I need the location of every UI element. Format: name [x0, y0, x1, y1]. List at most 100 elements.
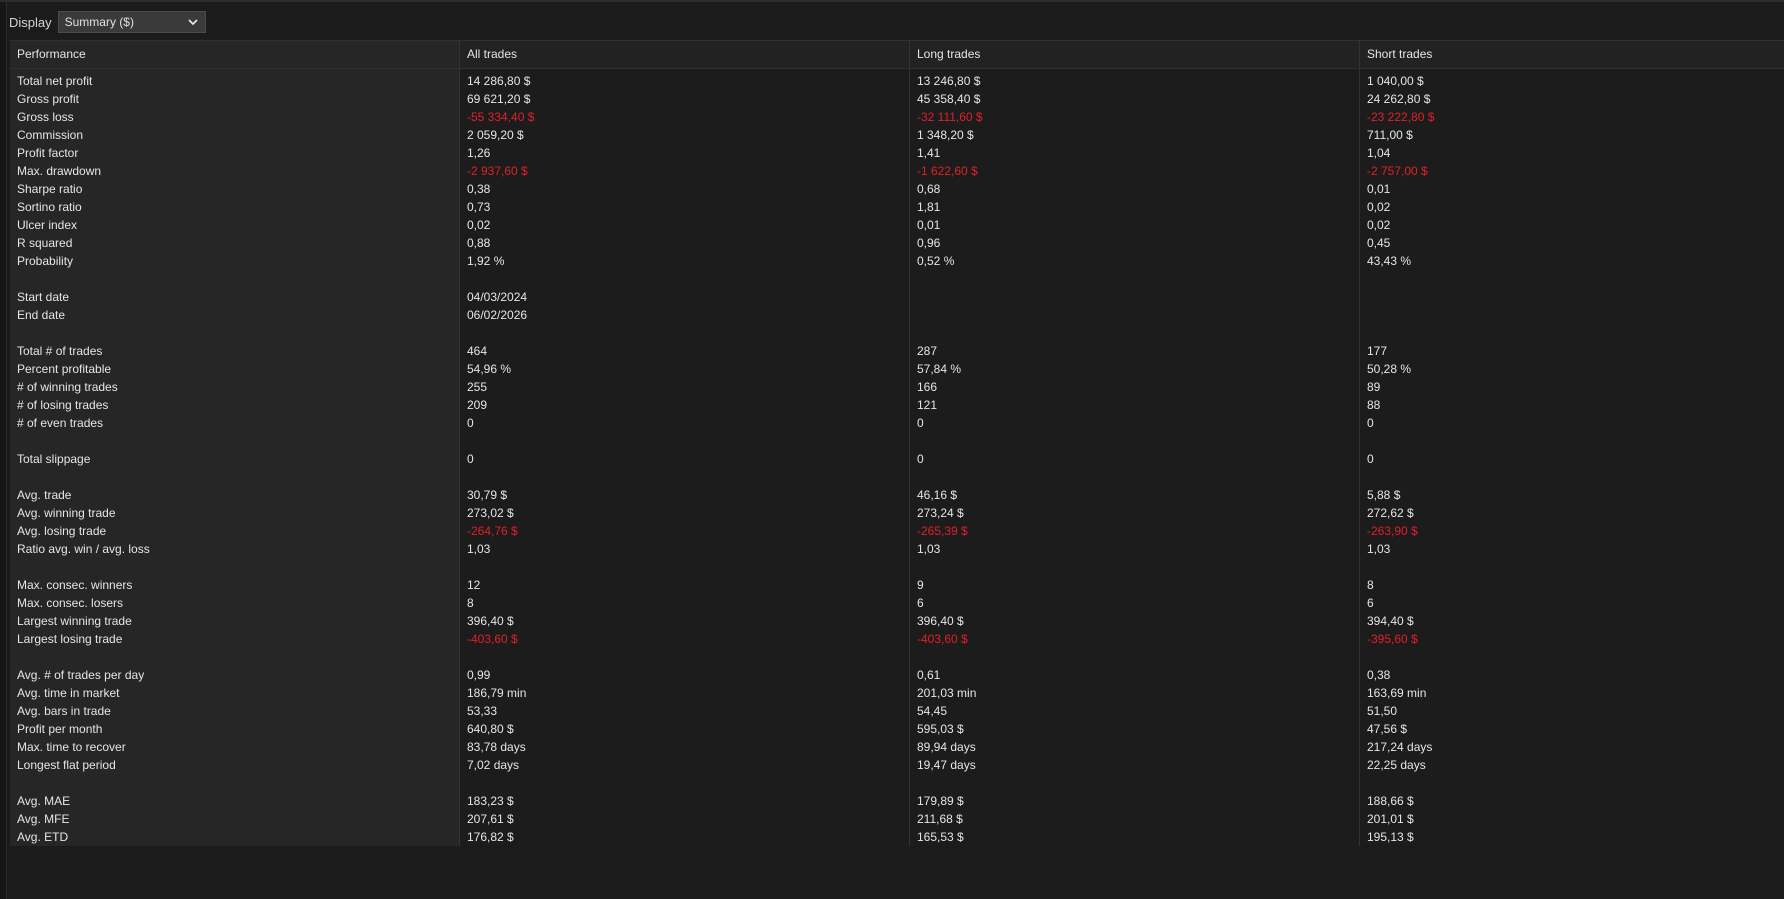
metric-label: Sharpe ratio — [10, 180, 460, 198]
column-header-long-trades[interactable]: Long trades — [910, 41, 1360, 68]
table-row: Total net profit 14 286,80 $13 246,80 $1 … — [10, 72, 1784, 90]
metric-value: 88 — [1360, 396, 1784, 414]
table-row: # of losing trades 209 121 88 — [10, 396, 1784, 414]
table-row: Max. consec. losers 8 6 6 — [10, 594, 1784, 612]
table-row: Ratio avg. win / avg. loss 1,03 1,03 1,03 — [10, 540, 1784, 558]
spacer-cell — [1360, 558, 1784, 576]
metric-value: -263,90 $ — [1360, 522, 1784, 540]
metric-value: 201,01 $ — [1360, 810, 1784, 828]
metric-value: 163,69 min — [1360, 684, 1784, 702]
table-row: Avg. MAE 183,23 $179,89 $188,66 $ — [10, 792, 1784, 810]
table-row: Max. time to recover 83,78 days 89,94 days… — [10, 738, 1784, 756]
metric-value: 8 — [460, 594, 910, 612]
window-left-edge — [0, 2, 7, 899]
metric-value: 50,28 % — [1360, 360, 1784, 378]
spacer-cell — [1360, 774, 1784, 792]
table-row: Sharpe ratio 0,38 0,68 0,01 — [10, 180, 1784, 198]
metric-label: Total net profit — [10, 72, 460, 90]
metric-value: 1 348,20 $ — [910, 126, 1360, 144]
metric-value: 0,99 — [460, 666, 910, 684]
spacer-cell — [460, 468, 910, 486]
table-row: # of even trades 0 0 0 — [10, 414, 1784, 432]
table-row: Avg. # of trades per day 0,99 0,61 0,38 — [10, 666, 1784, 684]
spacer-cell — [1360, 324, 1784, 342]
table-row: Largest losing trade -403,60 $ -403,60 $ -3… — [10, 630, 1784, 648]
metric-value: 0,02 — [460, 216, 910, 234]
metric-value — [1360, 306, 1784, 324]
table-row: Max. drawdown -2 937,60 $ -1 622,60 $ -2 75… — [10, 162, 1784, 180]
metric-label: Profit per month — [10, 720, 460, 738]
metric-value: 396,40 $ — [910, 612, 1360, 630]
metric-value: 640,80 $ — [460, 720, 910, 738]
metric-value: 43,43 % — [1360, 252, 1784, 270]
metric-value: 1 040,00 $ — [1360, 72, 1784, 90]
metric-label: Profit factor — [10, 144, 460, 162]
strategy-performance-window: Display Summary ($) Performance All trad… — [0, 0, 1784, 899]
table-row: Avg. ETD 176,82 $165,53 $195,13 $ — [10, 828, 1784, 846]
table-row: Profit factor 1,26 1,41 1,04 — [10, 144, 1784, 162]
spacer-cell — [10, 270, 460, 288]
table-row: Start date 04/03/2024 — [10, 288, 1784, 306]
spacer-cell — [910, 648, 1360, 666]
table-row: Total slippage 0 0 0 — [10, 450, 1784, 468]
metric-value: 287 — [910, 342, 1360, 360]
metric-value: 0,96 — [910, 234, 1360, 252]
spacer-cell — [1360, 648, 1784, 666]
metric-value: 6 — [910, 594, 1360, 612]
table-row: Avg. time in market 186,79 min 201,03 min 1… — [10, 684, 1784, 702]
spacer-cell — [10, 648, 460, 666]
metric-value: 195,13 $ — [1360, 828, 1784, 846]
metric-value: 45 358,40 $ — [910, 90, 1360, 108]
spacer-row — [10, 774, 1784, 792]
metric-value: -1 622,60 $ — [910, 162, 1360, 180]
metric-label: Avg. ETD — [10, 828, 460, 846]
metric-value: 165,53 $ — [910, 828, 1360, 846]
column-header-all-trades[interactable]: All trades — [460, 41, 910, 68]
metric-value: 0,68 — [910, 180, 1360, 198]
spacer-cell — [10, 432, 460, 450]
table-row: Longest flat period 7,02 days 19,47 days 22… — [10, 756, 1784, 774]
metric-label: Ratio avg. win / avg. loss — [10, 540, 460, 558]
spacer-cell — [1360, 270, 1784, 288]
table-row: Largest winning trade 396,40 $396,40 $394… — [10, 612, 1784, 630]
metric-value: 0,38 — [460, 180, 910, 198]
spacer-cell — [460, 324, 910, 342]
metric-value: 14 286,80 $ — [460, 72, 910, 90]
chevron-down-icon — [187, 18, 198, 26]
metric-value: 595,03 $ — [910, 720, 1360, 738]
metric-value: 255 — [460, 378, 910, 396]
metric-value: 272,62 $ — [1360, 504, 1784, 522]
display-select-value: Summary ($) — [64, 15, 134, 29]
metric-label: # of even trades — [10, 414, 460, 432]
metric-value: 04/03/2024 — [460, 288, 910, 306]
metric-value: 0,45 — [1360, 234, 1784, 252]
metric-value: -264,76 $ — [460, 522, 910, 540]
metric-value: -2 757,00 $ — [1360, 162, 1784, 180]
metric-label: End date — [10, 306, 460, 324]
table-row: Probability 1,92 % 0,52 % 43,43 % — [10, 252, 1784, 270]
column-header-performance[interactable]: Performance — [10, 41, 460, 68]
spacer-row — [10, 324, 1784, 342]
metric-label: Total # of trades — [10, 342, 460, 360]
spacer-cell — [460, 648, 910, 666]
display-label: Display — [9, 14, 52, 30]
display-select[interactable]: Summary ($) — [57, 11, 206, 33]
spacer-cell — [460, 432, 910, 450]
metric-value: 273,02 $ — [460, 504, 910, 522]
metric-value: 464 — [460, 342, 910, 360]
table-row: Avg. trade 30,79 $46,16 $5,88 $ — [10, 486, 1784, 504]
column-header-short-trades[interactable]: Short trades — [1360, 41, 1784, 68]
table-row: End date 06/02/2026 — [10, 306, 1784, 324]
metric-value: -403,60 $ — [460, 630, 910, 648]
metric-value: 89,94 days — [910, 738, 1360, 756]
metric-value: 0 — [1360, 450, 1784, 468]
metric-label: Commission — [10, 126, 460, 144]
metric-label: Longest flat period — [10, 756, 460, 774]
metric-label: Sortino ratio — [10, 198, 460, 216]
spacer-cell — [10, 468, 460, 486]
metric-label: Percent profitable — [10, 360, 460, 378]
metric-value: 22,25 days — [1360, 756, 1784, 774]
metric-label: Max. time to recover — [10, 738, 460, 756]
metric-value: 0,02 — [1360, 198, 1784, 216]
performance-table: Performance All trades Long trades Short… — [10, 40, 1784, 846]
